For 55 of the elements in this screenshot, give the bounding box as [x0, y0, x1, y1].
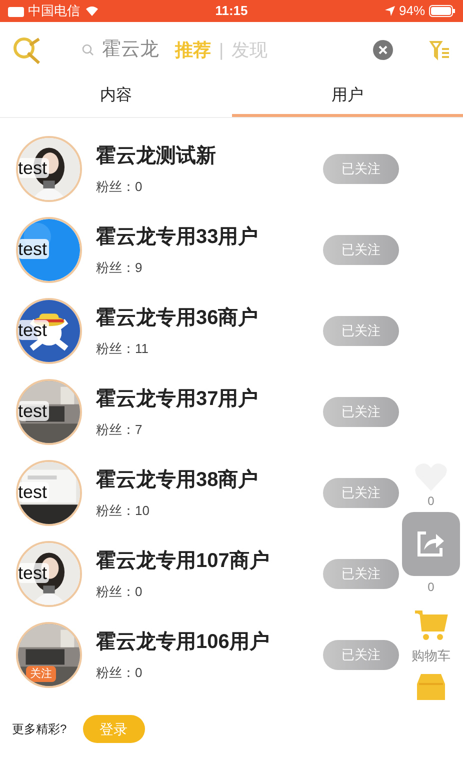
avatar[interactable]: test: [16, 378, 82, 444]
fans-count: 10: [135, 502, 150, 520]
user-name[interactable]: 霍云龙专用37用户: [96, 384, 323, 414]
user-name[interactable]: 霍云龙专用36商户: [96, 302, 323, 333]
fans-count: 0: [135, 664, 142, 682]
fans-label: 粉丝：: [96, 420, 135, 439]
user-name[interactable]: 霍云龙专用106用户: [96, 626, 323, 657]
battery-level: 94%: [398, 2, 426, 20]
clock: 11:15: [215, 2, 248, 20]
avatar[interactable]: test: [16, 136, 82, 202]
share-icon: [416, 530, 446, 558]
user-name[interactable]: 霍云龙专用38商户: [96, 464, 323, 495]
share-count: 0: [428, 579, 434, 596]
user-name[interactable]: 霍云龙专用33用户: [96, 222, 323, 252]
avatar[interactable]: test: [16, 540, 82, 606]
avatar-label: test: [18, 482, 50, 502]
tab[interactable]: 用户: [232, 78, 463, 117]
carrier: 中国电信: [28, 2, 80, 20]
signal-icon: [8, 5, 24, 17]
fans-label: 粉丝：: [96, 582, 135, 601]
user-name[interactable]: 霍云龙测试新: [96, 140, 323, 171]
avatar-label: test: [18, 238, 50, 258]
avatar-label: test: [18, 158, 50, 178]
share-panel[interactable]: [402, 512, 460, 576]
fans-count: 0: [135, 582, 142, 601]
avatar-label: test: [18, 320, 50, 340]
separator: |: [219, 38, 224, 62]
avatar[interactable]: test: [16, 216, 82, 282]
location-icon: [384, 6, 395, 16]
avatar-label: test: [18, 400, 50, 420]
avatar[interactable]: test: [16, 460, 82, 526]
fans-count: 11: [135, 340, 148, 358]
fans-label: 粉丝：: [96, 258, 135, 277]
battery-icon: [429, 5, 456, 17]
avatar-label: test: [18, 562, 50, 582]
fans-label: 粉丝：: [96, 178, 135, 196]
fans-count: 7: [135, 420, 142, 439]
clear-icon[interactable]: [373, 40, 393, 60]
logo-icon[interactable]: [12, 35, 42, 65]
cart-icon[interactable]: [413, 608, 449, 642]
fans-label: 粉丝：: [96, 502, 135, 520]
fans-count: 9: [135, 258, 142, 277]
avatar[interactable]: test: [16, 298, 82, 364]
search-query[interactable]: 霍云龙: [102, 36, 159, 64]
search-icon: [82, 44, 94, 56]
filter-icon[interactable]: [429, 39, 451, 61]
cart-label[interactable]: 购物车: [412, 646, 450, 666]
fans-label: 粉丝：: [96, 340, 135, 358]
wifi-icon: [84, 5, 100, 17]
more-prompt: 更多精彩?: [12, 721, 67, 738]
tab[interactable]: 内容: [0, 78, 232, 117]
fans-label: 粉丝：: [96, 664, 135, 682]
user-name[interactable]: 霍云龙专用107商户: [96, 546, 323, 576]
like-count: 0: [428, 493, 434, 510]
fans-count: 0: [135, 178, 142, 196]
